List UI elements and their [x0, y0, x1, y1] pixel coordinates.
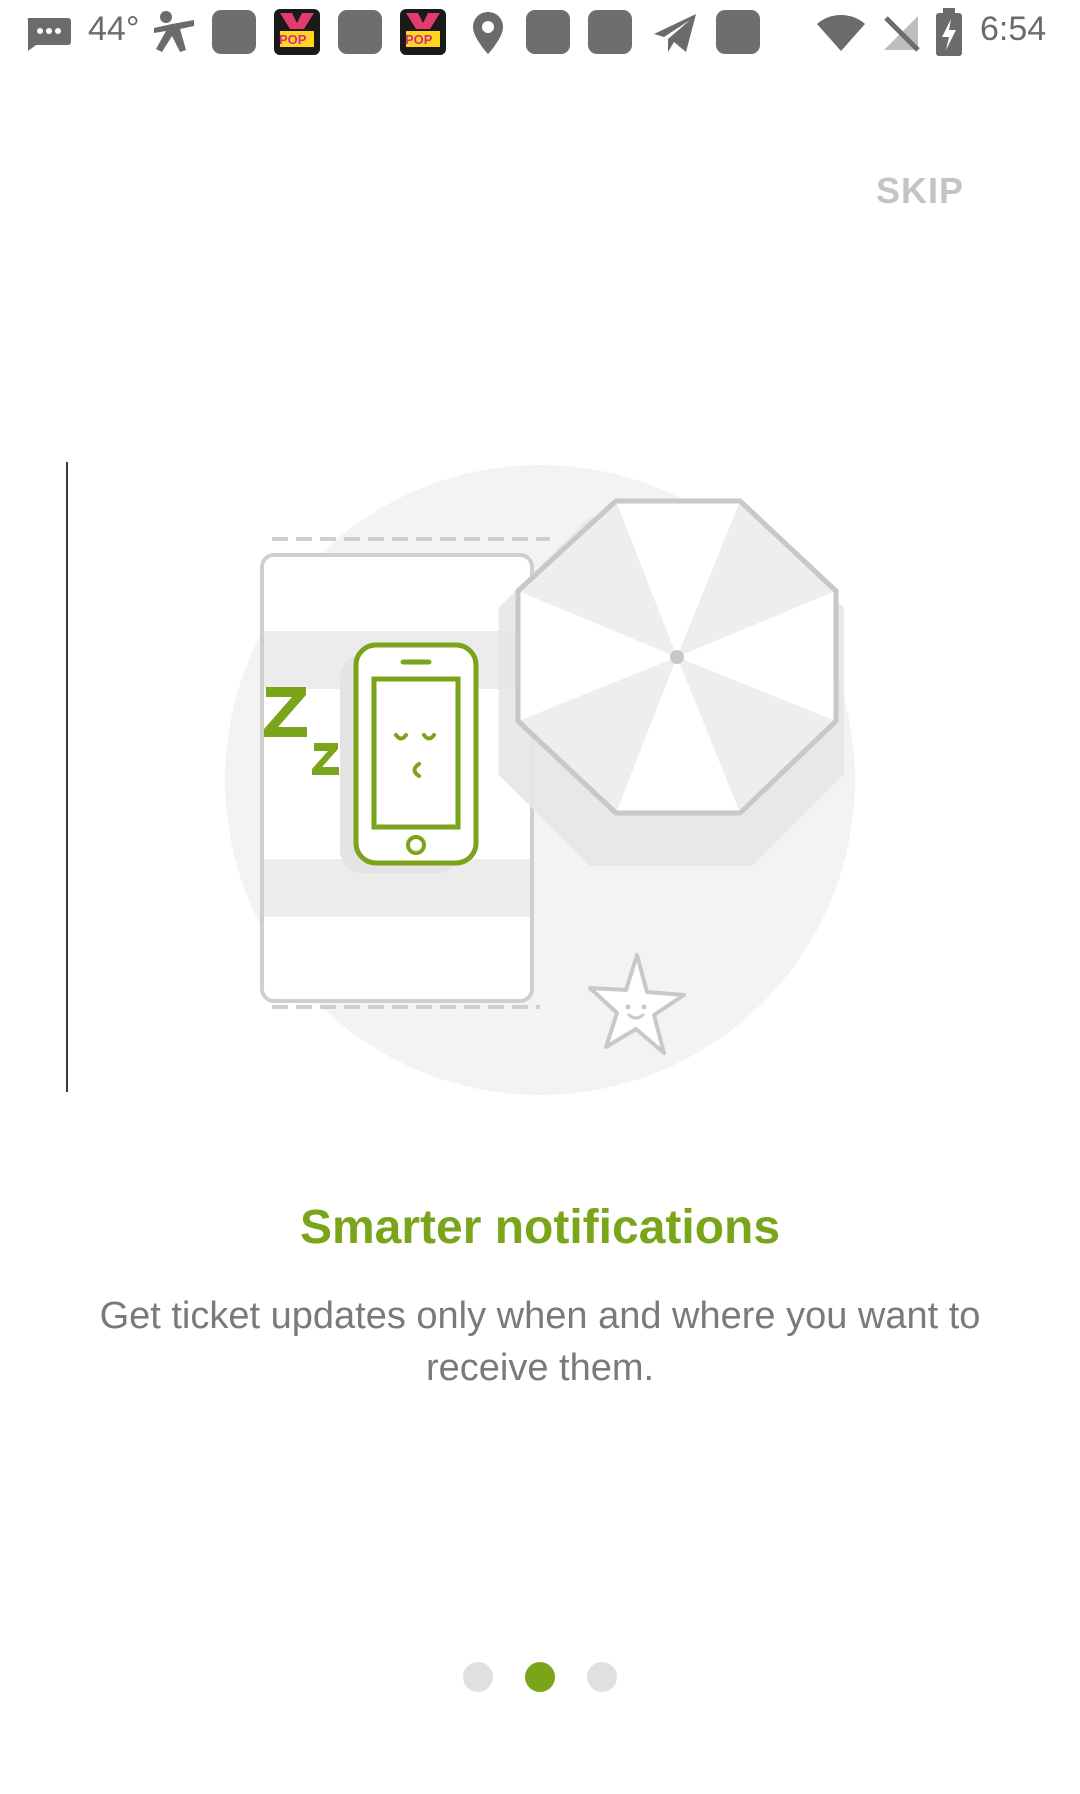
- no-signal-icon: [884, 16, 920, 52]
- accessibility-icon: [154, 11, 194, 52]
- wifi-icon: [817, 15, 865, 51]
- sleeping-phone-icon: [353, 642, 479, 866]
- page-dot-1[interactable]: [463, 1662, 493, 1692]
- umbrella-icon: [515, 498, 839, 816]
- page-indicator: [0, 1662, 1080, 1692]
- page-dot-2-active[interactable]: [525, 1662, 555, 1692]
- kpop-app-icon: POP: [274, 9, 320, 55]
- app-icon: [588, 10, 632, 54]
- text-cursor-line: [66, 462, 68, 1092]
- page-dot-3[interactable]: [587, 1662, 617, 1692]
- kpop-label: POP: [405, 32, 433, 47]
- skip-button[interactable]: SKIP: [876, 170, 964, 212]
- status-bar: 44° POP POP 6:54: [0, 0, 1080, 64]
- onboarding-description: Get ticket updates only when and where y…: [99, 1295, 981, 1389]
- send-icon: [654, 14, 696, 52]
- clock-time: 6:54: [980, 10, 1047, 48]
- messages-icon: [27, 18, 71, 51]
- onboarding-title: Smarter notifications: [299, 1201, 781, 1254]
- app-icon: [338, 10, 382, 54]
- battery-charging-icon: [936, 8, 962, 56]
- location-pin-icon: [473, 12, 503, 54]
- kpop-app-icon: POP: [400, 9, 446, 55]
- app-icon: [212, 10, 256, 54]
- onboarding-illustration: [225, 465, 855, 1095]
- temperature-text: 44°: [88, 10, 140, 48]
- app-icon: [526, 10, 570, 54]
- app-icon: [716, 10, 760, 54]
- kpop-label: POP: [279, 32, 307, 47]
